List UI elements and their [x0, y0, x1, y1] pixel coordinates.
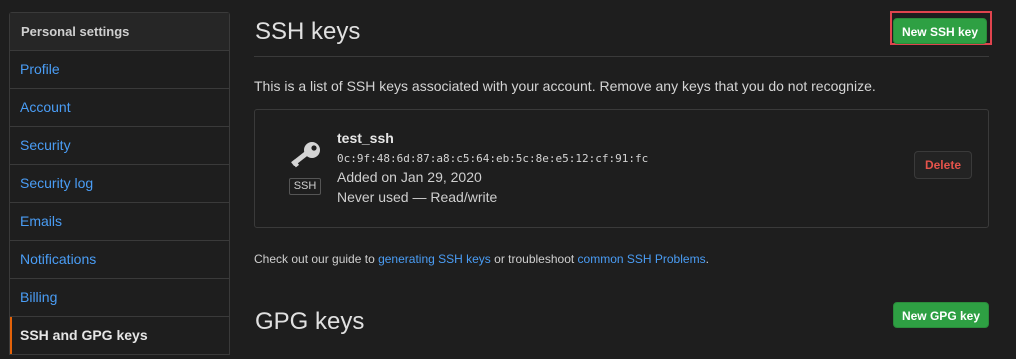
ssh-section-header: SSH keys New SSH key	[254, 0, 992, 57]
ssh-keys-title: SSH keys	[255, 18, 361, 45]
key-details: test_ssh 0c:9f:48:6d:87:a8:c5:64:eb:5c:8…	[337, 130, 648, 205]
sidebar-item-label: SSH and GPG keys	[20, 327, 148, 343]
settings-sidebar: Personal settings Profile Account Securi…	[9, 12, 230, 355]
key-added-date: Added on Jan 29, 2020	[337, 169, 482, 185]
sidebar-item-billing[interactable]: Billing	[10, 279, 229, 317]
ssh-description: This is a list of SSH keys associated wi…	[254, 78, 876, 94]
new-gpg-key-button[interactable]: New GPG key	[893, 302, 989, 328]
gpg-section-header: GPG keys New GPG key	[254, 290, 989, 350]
sidebar-item-emails[interactable]: Emails	[10, 203, 229, 241]
ssh-type-badge: SSH	[288, 178, 322, 195]
sidebar-header: Personal settings	[10, 13, 229, 51]
highlight-box: New SSH key	[890, 11, 992, 45]
gpg-keys-title: GPG keys	[255, 308, 365, 335]
sidebar-item-security-log[interactable]: Security log	[10, 165, 229, 203]
sidebar-item-account[interactable]: Account	[10, 89, 229, 127]
ssh-key-item: SSH test_ssh 0c:9f:48:6d:87:a8:c5:64:eb:…	[254, 109, 989, 228]
new-ssh-key-button[interactable]: New SSH key	[893, 18, 987, 44]
sidebar-item-profile[interactable]: Profile	[10, 51, 229, 89]
key-name: test_ssh	[337, 130, 394, 146]
sidebar-item-notifications[interactable]: Notifications	[10, 241, 229, 279]
guide-suffix: .	[705, 252, 709, 266]
active-indicator	[10, 317, 12, 354]
key-fingerprint: 0c:9f:48:6d:87:a8:c5:64:eb:5c:8e:e5:12:c…	[337, 152, 649, 165]
key-usage: Never used — Read/write	[337, 189, 498, 205]
guide-prefix: Check out our guide to	[254, 252, 379, 266]
main-content: SSH keys New SSH key This is a list of S…	[254, 0, 992, 335]
sidebar-item-security[interactable]: Security	[10, 127, 229, 165]
key-icon	[291, 142, 320, 168]
guide-middle: or troubleshoot	[490, 252, 578, 266]
settings-page: Personal settings Profile Account Securi…	[0, 0, 1016, 359]
sidebar-item-ssh-gpg-keys[interactable]: SSH and GPG keys	[10, 317, 229, 355]
common-ssh-problems-link[interactable]: common SSH Problems	[578, 252, 706, 266]
delete-key-button[interactable]: Delete	[913, 151, 972, 179]
key-icon-wrap: SSH	[286, 141, 324, 195]
generating-ssh-keys-link[interactable]: generating SSH keys	[378, 252, 491, 266]
ssh-guide-text: Check out our guide to generating SSH ke…	[254, 252, 989, 266]
